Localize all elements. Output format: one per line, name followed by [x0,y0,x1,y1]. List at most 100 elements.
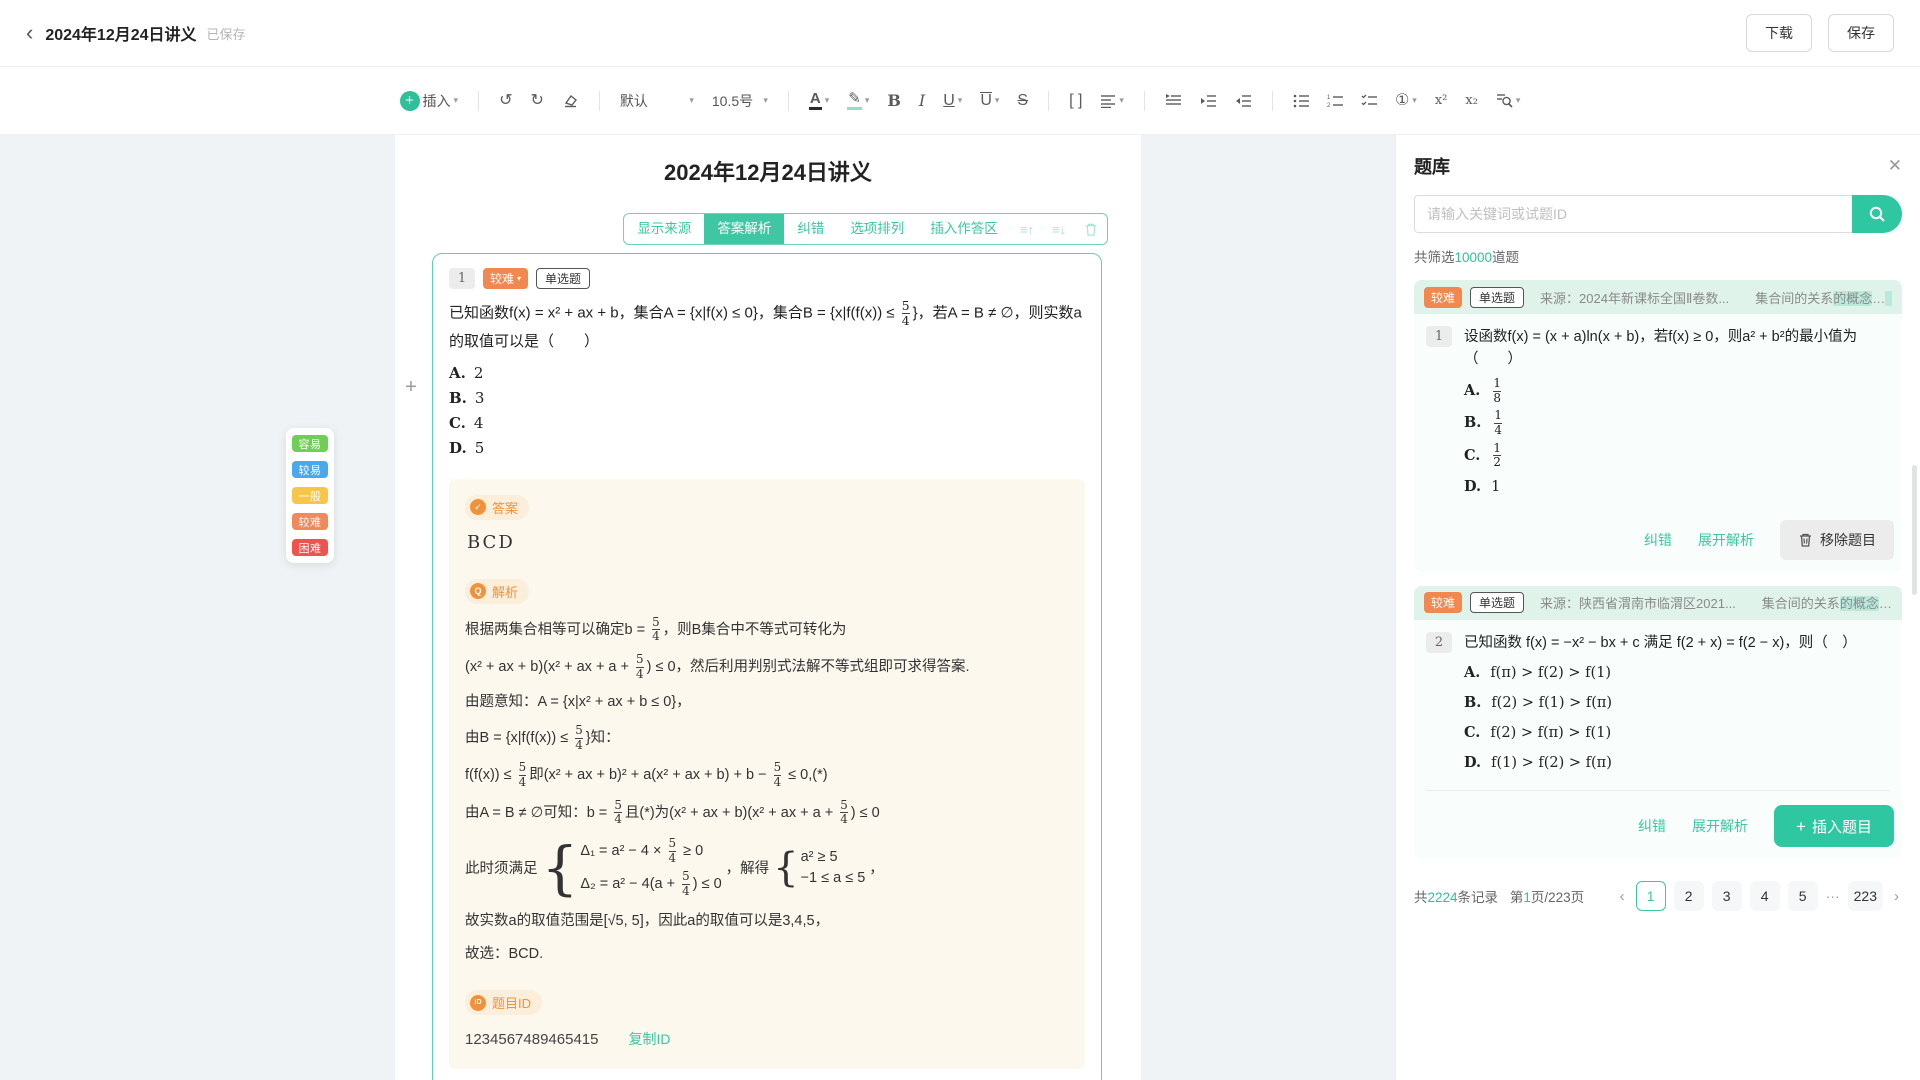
answer-analysis-panel: ✓ 答案 BCD Q 解析 根据两集合相等可以确定b = 54，则B集合中不等式… [449,479,1085,1069]
expand-analysis-link[interactable]: 展开解析 [1692,816,1748,836]
tab-4[interactable]: 插入作答区 [917,214,1011,244]
insert-question-button[interactable]: + 插入题目 [1774,805,1894,847]
brackets-button[interactable]: [ ] [1063,88,1088,114]
save-button[interactable]: 保存 [1828,14,1894,52]
question-content: 已知函数 f(x) = −x² − bx + c 满足 f(2 + x) = f… [1464,632,1890,780]
difficulty-badge[interactable]: 较难 ▾ [483,268,528,289]
difficulty-label: 较难 [490,270,514,287]
question-toolbar-row: 显示来源答案解析纠错选项排列插入作答区≡↑≡↓ [395,213,1141,245]
find-replace-button[interactable]: ▾ [1490,88,1527,113]
indent-increase-button[interactable] [1194,89,1223,113]
sort-desc-icon[interactable]: ≡↓ [1043,222,1075,237]
tab-0[interactable]: 显示来源 [624,214,704,244]
bold-button[interactable]: B [881,88,907,114]
task-list-button[interactable] [1355,89,1383,113]
page-button-223[interactable]: 223 [1848,881,1883,911]
font-size-value: 10.5号 [712,91,753,111]
sort-asc-icon[interactable]: ≡↑ [1011,222,1043,237]
sidebar-header: 题库 ✕ [1414,135,1902,179]
strikethrough-button[interactable]: S [1011,88,1034,114]
page-button-2[interactable]: 2 [1674,881,1704,911]
superscript-icon: x² [1435,93,1448,108]
question-header: 1 较难 ▾ 单选题 [449,268,1085,289]
divider [1144,91,1145,111]
remove-question-button[interactable]: 移除题目 [1780,520,1894,560]
tab-1[interactable]: 答案解析 [704,214,784,244]
analysis-line-8: 故选：BCD. [465,942,1069,967]
document-title: 2024年12月24日讲义 [45,21,196,45]
page-button-3[interactable]: 3 [1712,881,1742,911]
paragraph-style-select[interactable]: 默认 ▾ [614,86,700,116]
analysis-line-0: 根据两集合相等可以确定b = 54，则B集合中不等式可转化为 [465,616,1069,644]
legend-badge-0[interactable]: 容易 [292,435,328,452]
legend-badge-1[interactable]: 较易 [292,461,328,478]
topbar-left: ‹ 2024年12月24日讲义 已保存 [26,21,246,45]
overline-button[interactable]: U▾ [974,87,1005,114]
font-color-button[interactable]: A▾ [803,86,835,116]
download-button[interactable]: 下载 [1746,14,1812,52]
copy-id-link[interactable]: 复制ID [628,1029,670,1049]
difficulty-legend: 容易较易一般较难困难 [286,428,334,563]
divider [1048,91,1049,111]
svg-text:2: 2 [1327,103,1331,108]
search-button[interactable] [1852,195,1902,233]
report-error-link[interactable]: 纠错 [1644,530,1672,550]
report-error-link[interactable]: 纠错 [1638,816,1666,836]
clear-format-button[interactable] [556,87,585,114]
prev-page-icon[interactable]: ‹ [1617,888,1628,905]
expand-analysis-link[interactable]: 展开解析 [1698,530,1754,550]
legend-badge-3[interactable]: 较难 [292,513,328,530]
tab-3[interactable]: 选项排列 [837,214,917,244]
app: ‹ 2024年12月24日讲义 已保存 下载 保存 + 插入 ▾ ↺ ↻ [0,0,1920,1080]
subscript-button[interactable]: x₂ [1459,88,1484,113]
knowledge-text: 集合间的关系 [1762,596,1840,611]
close-icon[interactable]: ✕ [1888,156,1902,176]
numbering-style-button[interactable]: ①▾ [1389,88,1423,114]
bullet-list-button[interactable] [1287,89,1315,113]
insert-button[interactable]: + 插入 ▾ [394,86,465,116]
undo-button[interactable]: ↺ [493,88,518,114]
answer-section-label: ✓ 答案 [465,495,529,520]
font-size-select[interactable]: 10.5号 ▾ [706,86,774,116]
answer-label-text: 答案 [492,498,518,517]
filter-count-suffix: 道题 [1492,250,1519,265]
option-A: A.f(π) > f(2) > f(1) [1464,660,1890,686]
next-page-icon[interactable]: › [1891,888,1902,905]
search-input[interactable] [1414,195,1852,233]
bank-card-body: 1 设函数f(x) = (x + a)ln(x + b)，若f(x) ≥ 0，则… [1414,314,1902,510]
chevron-down-icon: ▾ [763,95,768,106]
legend-badge-4[interactable]: 困难 [292,539,328,556]
align-button[interactable]: ▾ [1094,89,1130,113]
back-icon[interactable]: ‹ [26,22,33,44]
page-button-5[interactable]: 5 [1788,881,1818,911]
option-D: D.5 [449,436,1085,461]
redo-icon: ↻ [530,93,543,109]
delete-question-icon[interactable] [1075,222,1107,237]
plus-icon: + [1796,818,1806,835]
indent-decrease-button[interactable] [1229,89,1258,113]
superscript-button[interactable]: x² [1429,88,1454,113]
option-C: C.f(2) > f(π) > f(1) [1464,720,1890,746]
page-button-1[interactable]: 1 [1636,881,1666,911]
legend-badge-2[interactable]: 一般 [292,487,328,504]
question-id-row: 1234567489465415 复制ID [465,1029,1069,1049]
italic-button[interactable]: I [913,88,931,114]
underline-button[interactable]: U▾ [937,88,968,114]
svg-text:1: 1 [1327,95,1331,101]
redo-button[interactable]: ↻ [524,88,549,114]
question-options: A.2B.3C.4D.5 [449,361,1085,461]
page-button-4[interactable]: 4 [1750,881,1780,911]
highlight-color-button[interactable]: ✎▾ [841,86,875,116]
chevron-down-icon: ▾ [689,95,694,106]
bank-card-body: 2 已知函数 f(x) = −x² − bx + c 满足 f(2 + x) =… [1414,620,1902,786]
strikethrough-icon: S [1017,93,1028,109]
add-block-button[interactable]: + [399,375,423,399]
first-line-indent-button[interactable] [1159,89,1188,113]
scrollbar-thumb[interactable] [1912,465,1917,595]
tab-2[interactable]: 纠错 [784,214,837,244]
font-color-icon: A [809,91,822,111]
ordered-list-button[interactable]: 12 [1321,89,1349,113]
filter-count: 共筛选10000道题 [1414,246,1902,266]
page-ellipsis: ··· [1826,888,1840,904]
question-type-badge: 单选题 [1470,287,1524,308]
